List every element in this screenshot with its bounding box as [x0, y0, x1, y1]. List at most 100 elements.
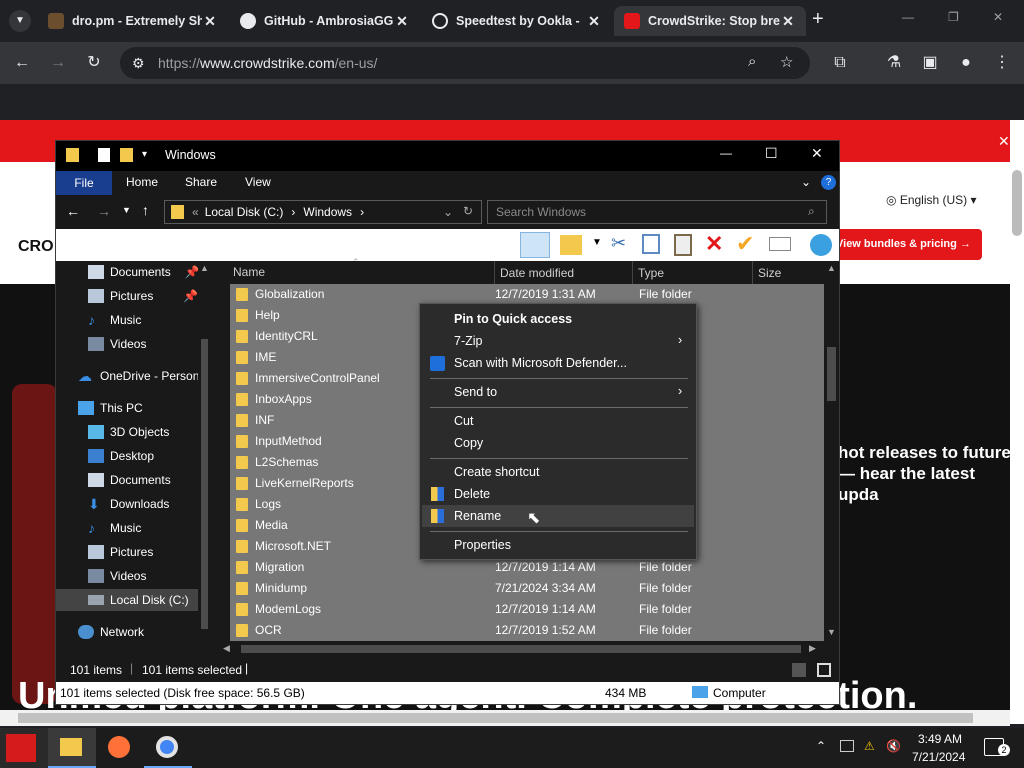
check-icon[interactable]: ✔ [736, 231, 754, 257]
breadcrumb-local-disk[interactable]: Local Disk (C:) [205, 205, 284, 219]
scroll-left-icon[interactable]: ◀ [223, 643, 230, 654]
breadcrumb-overflow[interactable]: « [192, 205, 199, 219]
menu-item-cut[interactable]: Cut [454, 414, 473, 428]
quick-access-dropdown-icon[interactable]: ▾ [142, 149, 147, 160]
firefox-taskbar-button[interactable] [96, 728, 144, 768]
close-tab-icon[interactable]: ✕ [394, 13, 410, 30]
browser-tab-speedtest[interactable]: Speedtest by Ookla - ✕ [422, 6, 612, 36]
file-list-scroll-thumb[interactable] [827, 347, 836, 401]
nav-item-downloads[interactable]: ⬇ Downloads [88, 493, 169, 515]
column-name[interactable]: Name [233, 265, 265, 279]
nav-scroll-thumb[interactable] [201, 339, 208, 629]
show-hidden-icons-icon[interactable]: ⌃ [816, 739, 826, 753]
table-row[interactable]: Minidump 7/21/2024 3:34 AM File folder [230, 578, 824, 599]
bookmark-star-icon[interactable]: ☆ [780, 53, 793, 71]
expand-ribbon-icon[interactable]: ⌄ [801, 175, 811, 189]
network-icon[interactable] [840, 740, 854, 752]
nav-item-music-pc[interactable]: ♪ Music [88, 517, 141, 539]
menu-item-copy[interactable]: Copy [454, 436, 483, 450]
volume-icon[interactable]: 🔇 [886, 739, 901, 753]
preview-pane-icon[interactable] [520, 232, 550, 258]
details-view-icon[interactable] [792, 663, 806, 677]
breadcrumb-separator[interactable]: › [360, 205, 364, 219]
nav-item-videos-pc[interactable]: Videos [88, 565, 146, 587]
menu-item-rename[interactable]: Rename [454, 509, 501, 523]
menu-item-properties[interactable]: Properties [454, 538, 511, 552]
large-icons-view-icon[interactable] [817, 663, 831, 677]
nav-item-videos[interactable]: Videos [88, 333, 146, 355]
file-list-hscroll-thumb[interactable] [241, 645, 801, 653]
properties-quick-icon[interactable] [98, 148, 110, 162]
crowdstrike-logo[interactable]: CRO [18, 238, 54, 256]
close-tab-icon[interactable]: ✕ [780, 13, 796, 30]
table-row[interactable]: Migration 12/7/2019 1:14 AM File folder [230, 557, 824, 578]
column-type[interactable]: Type [632, 261, 664, 285]
scroll-up-icon[interactable]: ▲ [200, 263, 209, 273]
tab-home[interactable]: Home [126, 175, 158, 189]
tab-file[interactable]: File [56, 171, 112, 195]
profile-icon[interactable]: ● [956, 53, 976, 73]
site-info-icon[interactable]: ⚙ [132, 55, 145, 72]
start-button[interactable] [0, 728, 48, 768]
forward-icon[interactable]: → [97, 203, 111, 219]
clock-time[interactable]: 3:49 AM [918, 732, 962, 746]
chrome-taskbar-button[interactable] [144, 728, 192, 768]
banner-close-icon[interactable]: ✕ [998, 133, 1010, 150]
breadcrumb-separator[interactable]: › [291, 205, 295, 219]
back-icon[interactable]: ← [66, 203, 80, 219]
pin-icon[interactable]: 📌 [183, 289, 198, 303]
extensions-icon[interactable]: ⧉ [830, 53, 850, 73]
close-tab-icon[interactable]: ✕ [586, 13, 602, 30]
clock-date[interactable]: 7/21/2024 [912, 750, 965, 764]
language-selector[interactable]: ◎ English (US) ▾ [886, 193, 977, 207]
browser-tab-github[interactable]: GitHub - AmbrosiaGG ✕ [230, 6, 420, 36]
nav-item-pictures-pc[interactable]: Pictures [88, 541, 153, 563]
menu-item-7zip[interactable]: 7-Zip [454, 334, 482, 348]
back-icon[interactable]: ← [12, 53, 32, 73]
menu-icon[interactable]: ⋮ [992, 53, 1012, 73]
menu-item-create-shortcut[interactable]: Create shortcut [454, 465, 539, 479]
reload-icon[interactable]: ↻ [84, 53, 104, 73]
zoom-icon[interactable]: ⌕ [748, 53, 756, 70]
layout-icon[interactable] [560, 235, 582, 255]
new-tab-button[interactable]: + [812, 8, 824, 31]
minimize-icon[interactable]: — [720, 146, 732, 160]
browser-tab-crowdstrike[interactable]: CrowdStrike: Stop bre ✕ [614, 6, 806, 36]
nav-item-onedrive[interactable]: ☁ OneDrive - Person [78, 365, 199, 387]
paste-icon[interactable] [674, 234, 692, 256]
restore-icon[interactable]: ❐ [948, 10, 959, 24]
nav-item-network[interactable]: Network [78, 621, 144, 643]
menu-item-scan-defender[interactable]: Scan with Microsoft Defender... [454, 356, 627, 370]
nav-item-3d-objects[interactable]: 3D Objects [88, 421, 169, 443]
breadcrumb-windows[interactable]: Windows [303, 205, 352, 219]
network-globe-icon[interactable] [810, 234, 832, 256]
new-folder-quick-icon[interactable] [120, 148, 133, 162]
maximize-icon[interactable]: ☐ [765, 145, 778, 162]
forward-icon[interactable]: → [48, 53, 68, 73]
search-icon[interactable]: ⌕ [808, 204, 815, 219]
up-icon[interactable]: ↑ [142, 202, 149, 218]
nav-item-local-disk[interactable]: Local Disk (C:) [56, 589, 198, 611]
pricing-button[interactable]: View bundles & pricing → [826, 229, 982, 260]
nav-item-documents[interactable]: Documents 📌 [88, 261, 200, 283]
tab-search-button[interactable]: ▼ [9, 10, 31, 32]
nav-scrollbar[interactable]: ▲ [198, 261, 211, 641]
table-row[interactable]: Globalization 12/7/2019 1:31 AM File folde… [230, 284, 824, 305]
search-input[interactable]: Search Windows [487, 200, 827, 224]
nav-item-documents-pc[interactable]: Documents [88, 469, 171, 491]
nav-item-this-pc[interactable]: This PC [78, 397, 143, 419]
page-scrollbar-thumb[interactable] [1012, 170, 1022, 236]
close-icon[interactable]: ✕ [811, 145, 823, 162]
file-list-hscrollbar[interactable]: ◀ ▶ [211, 641, 824, 657]
address-dropdown-icon[interactable]: ⌄ [443, 205, 453, 219]
tab-view[interactable]: View [245, 175, 271, 189]
close-tab-icon[interactable]: ✕ [202, 13, 218, 30]
page-scrollbar[interactable] [1010, 120, 1024, 724]
page-horizontal-scrollbar[interactable] [0, 710, 1010, 726]
help-icon[interactable]: ? [821, 175, 836, 190]
file-explorer-taskbar-button[interactable] [48, 728, 96, 768]
side-panel-icon[interactable]: ▣ [920, 53, 940, 73]
copy-icon[interactable] [642, 234, 660, 254]
nav-item-pictures[interactable]: Pictures 📌 [88, 285, 198, 307]
scroll-right-icon[interactable]: ▶ [809, 643, 816, 654]
